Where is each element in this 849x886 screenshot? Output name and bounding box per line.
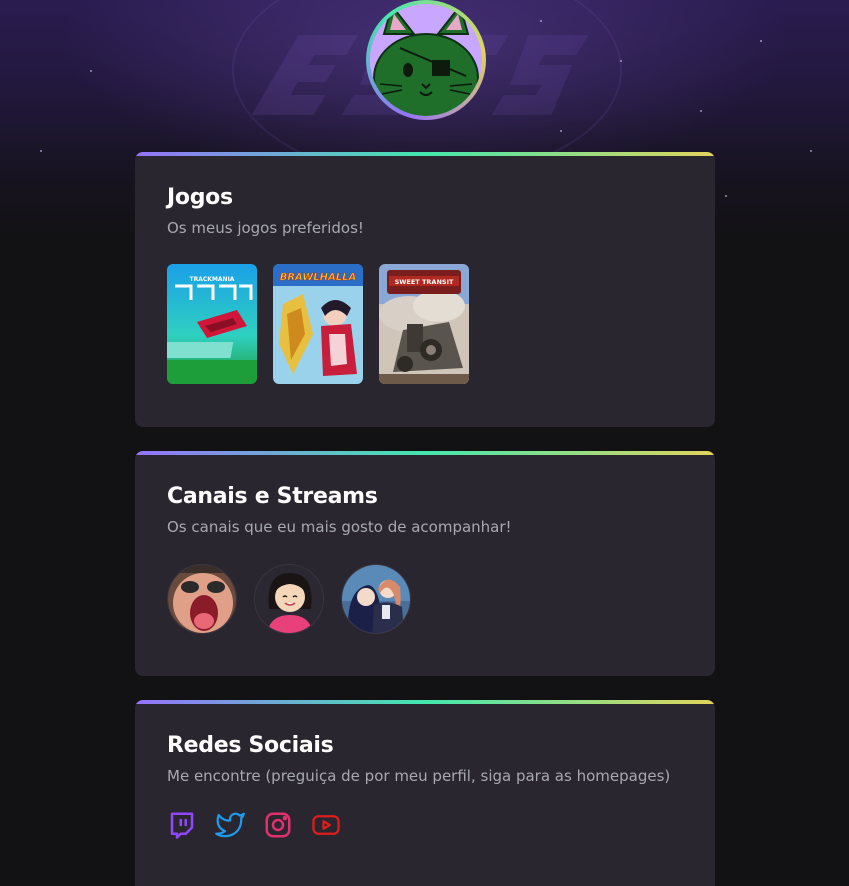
- star-decoration: [760, 40, 762, 42]
- game-brawlhalla[interactable]: BRAWLHALLA: [273, 264, 363, 384]
- games-subtitle: Os meus jogos preferidos!: [167, 219, 364, 237]
- game-trackmania[interactable]: TRACKMANIA: [167, 264, 257, 384]
- streams-subtitle: Os canais que eu mais gosto de acompanha…: [167, 518, 512, 536]
- twitter-icon[interactable]: [215, 810, 245, 840]
- twitch-icon[interactable]: [167, 810, 197, 840]
- cat-avatar-image: [370, 4, 482, 116]
- socials-list: [167, 810, 683, 840]
- star-decoration: [700, 110, 702, 112]
- stream-channel-avatar[interactable]: [254, 564, 324, 634]
- game-sweet-transit[interactable]: SWEET TRANSIT: [379, 264, 469, 384]
- youtube-icon[interactable]: [311, 810, 341, 840]
- socials-subtitle: Me encontre (preguiça de por meu perfil,…: [167, 767, 671, 785]
- stream-channel-avatar[interactable]: [167, 564, 237, 634]
- star-decoration: [810, 150, 812, 152]
- games-list: TRACKMANIA BRAWLHALLA SWEET TRANSIT: [167, 264, 683, 384]
- star-decoration: [560, 130, 562, 132]
- svg-text:BRAWLHALLA: BRAWLHALLA: [280, 272, 357, 283]
- socials-title: Redes Sociais: [167, 733, 334, 758]
- star-decoration: [725, 195, 727, 197]
- star-decoration: [40, 150, 42, 152]
- star-decoration: [620, 60, 622, 62]
- stream-channel-avatar[interactable]: [341, 564, 411, 634]
- star-decoration: [90, 70, 92, 72]
- socials-card: Redes Sociais Me encontre (preguiça de p…: [135, 700, 715, 886]
- streams-card: Canais e Streams Os canais que eu mais g…: [135, 451, 715, 676]
- streams-title: Canais e Streams: [167, 484, 378, 509]
- streams-list: [167, 564, 683, 634]
- svg-text:SWEET TRANSIT: SWEET TRANSIT: [395, 278, 454, 286]
- games-title: Jogos: [167, 185, 233, 210]
- star-decoration: [540, 20, 542, 22]
- games-card: Jogos Os meus jogos preferidos! TRACKMAN…: [135, 152, 715, 427]
- instagram-icon[interactable]: [263, 810, 293, 840]
- profile-avatar: [366, 0, 486, 120]
- svg-text:TRACKMANIA: TRACKMANIA: [190, 276, 235, 283]
